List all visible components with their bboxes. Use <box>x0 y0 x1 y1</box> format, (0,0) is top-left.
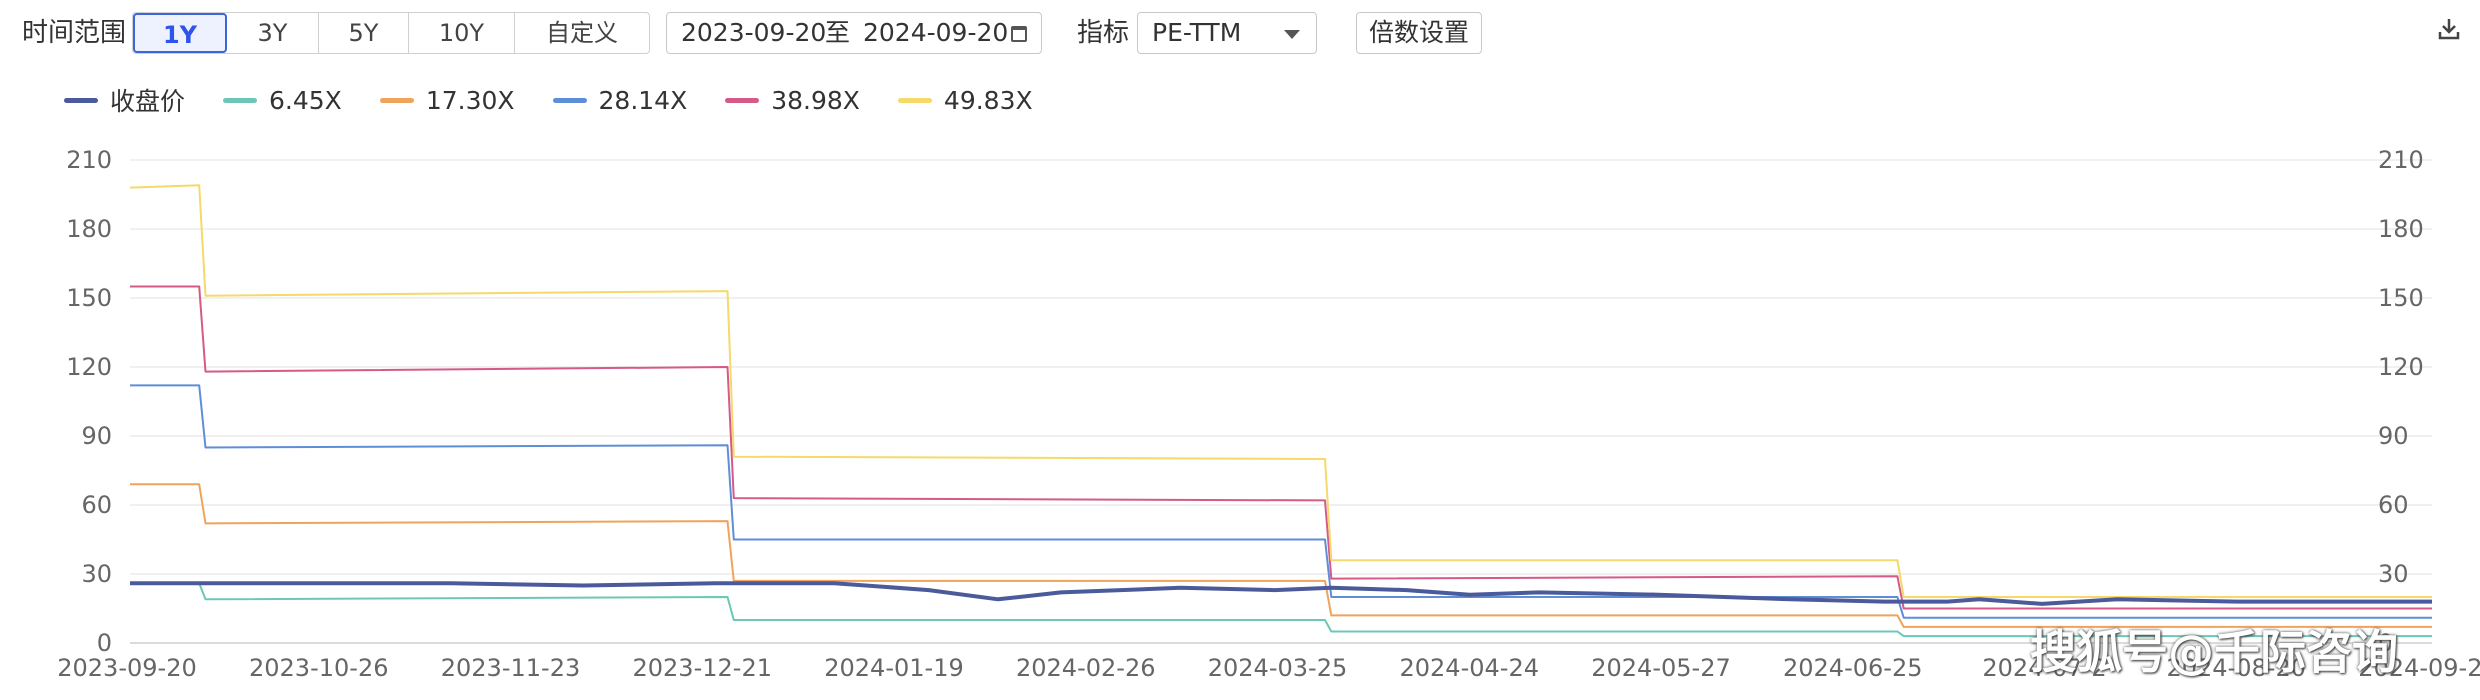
y-tick-label-left: 30 <box>81 560 112 588</box>
y-tick-label-left: 0 <box>97 629 112 657</box>
series-line <box>130 581 2432 606</box>
legend-item[interactable]: 收盘价 <box>64 82 185 118</box>
y-tick-label-right: 210 <box>2378 146 2424 174</box>
series-line <box>129 184 2432 598</box>
range-custom-button[interactable]: 自定义 <box>515 13 649 53</box>
y-tick-label-left: 90 <box>81 422 112 450</box>
x-tick-label: 2024-06-25 <box>1783 654 1922 682</box>
y-tick-label-left: 180 <box>66 215 112 243</box>
y-tick-label-right: 180 <box>2378 215 2424 243</box>
y-tick-label-left: 60 <box>81 491 112 519</box>
date-range-picker[interactable]: 2023-09-20 至 2024-09-20 <box>666 12 1042 54</box>
series-line <box>130 285 2432 610</box>
legend-label: 49.83X <box>943 85 1033 115</box>
y-tick-label-right: 60 <box>2378 491 2409 519</box>
x-tick-label: 2023-09-20 <box>57 654 196 682</box>
legend-swatch <box>897 97 932 103</box>
metric-select[interactable]: PE-TTM <box>1137 12 1317 54</box>
legend-label: 6.45X <box>269 85 342 115</box>
range-3y-button[interactable]: 3Y <box>227 13 319 53</box>
legend-label: 收盘价 <box>110 87 186 116</box>
download-icon[interactable] <box>2436 16 2462 42</box>
range-1y-button[interactable]: 1Y <box>133 13 227 53</box>
x-tick-label: 2024-04-24 <box>1400 654 1539 682</box>
legend-label: 38.98X <box>771 85 860 115</box>
x-tick-label: 2024-05-27 <box>1591 654 1730 682</box>
time-range-selector: 1Y 3Y 5Y 10Y 自定义 <box>132 12 650 54</box>
legend-label: 28.14X <box>598 85 688 115</box>
date-separator: 至 <box>825 18 851 47</box>
time-range-label: 时间范围 <box>22 18 127 48</box>
legend-swatch <box>223 97 258 103</box>
multiple-settings-button[interactable]: 倍数设置 <box>1356 12 1482 54</box>
y-tick-label-left: 210 <box>66 146 112 174</box>
legend-swatch <box>725 97 760 103</box>
range-5y-button[interactable]: 5Y <box>319 13 409 53</box>
toolbar: 时间范围 1Y 3Y 5Y 10Y 自定义 2023-09-20 至 2024-… <box>0 0 2480 70</box>
metric-value: PE-TTM <box>1152 18 1242 47</box>
chevron-down-icon <box>1284 30 1300 39</box>
x-tick-label: 2023-10-26 <box>249 654 388 682</box>
legend-swatch <box>379 97 414 103</box>
multiple-settings-label: 倍数设置 <box>1368 18 1469 47</box>
x-tick-label: 2023-11-23 <box>441 654 580 682</box>
legend-label: 17.30X <box>425 85 515 115</box>
metric-label: 指标 <box>1077 18 1130 48</box>
legend-item[interactable]: 6.45X <box>223 86 342 115</box>
legend-swatch <box>552 97 587 103</box>
chart-legend: 收盘价 6.45X 17.30X 28.14X 38.98X 49.83X <box>64 80 1071 120</box>
legend-item[interactable]: 38.98X <box>725 86 860 115</box>
legend-item[interactable]: 17.30X <box>379 85 515 115</box>
x-tick-label: 2024-02-26 <box>1016 654 1155 682</box>
y-tick-label-right: 150 <box>2378 284 2424 312</box>
legend-item[interactable]: 49.83X <box>897 85 1033 115</box>
legend-swatch <box>64 97 98 103</box>
y-tick-label-right: 90 <box>2378 422 2409 450</box>
watermark: 搜狐号@千际咨询 <box>2030 625 2398 679</box>
range-10y-button[interactable]: 10Y <box>409 13 515 53</box>
y-tick-label-right: 30 <box>2378 560 2409 588</box>
x-tick-label: 2024-03-25 <box>1208 654 1347 682</box>
date-end: 2024-09-20 <box>863 18 1009 47</box>
y-tick-label-left: 150 <box>66 284 112 312</box>
date-start: 2023-09-20 <box>681 18 827 47</box>
y-tick-label-left: 120 <box>66 353 112 381</box>
legend-item[interactable]: 28.14X <box>552 85 688 115</box>
x-tick-label: 2024-01-19 <box>824 654 963 682</box>
calendar-icon[interactable] <box>1011 26 1027 42</box>
y-tick-label-right: 120 <box>2378 353 2424 381</box>
x-tick-label: 2023-12-21 <box>633 654 772 682</box>
